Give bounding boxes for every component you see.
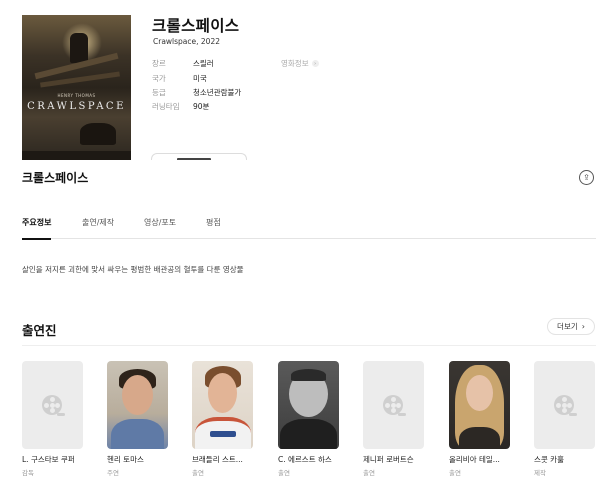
info-label: 국가 — [152, 74, 166, 83]
cast-name: 헨리 토마스 — [107, 455, 144, 464]
cast-name: 제니퍼 로버트슨 — [363, 455, 414, 464]
cast-card[interactable]: 올리비아 테일... 출연 — [449, 361, 510, 477]
synopsis: 살인을 저지른 괴한에 맞서 싸우는 평범한 배관공의 혈투를 다룬 영상물 — [22, 265, 244, 274]
chevron-right-icon: › — [581, 322, 585, 331]
divider — [22, 345, 596, 346]
cast-card[interactable]: 헨리 토마스 주연 — [107, 361, 168, 477]
cast-card[interactable]: L. 구스타보 쿠퍼 감독 — [22, 361, 83, 477]
poster-figure — [70, 33, 88, 63]
cast-more-label: 더보기 — [557, 322, 578, 331]
cast-name: 스콧 카훌 — [534, 455, 564, 464]
cast-role: 출연 — [192, 469, 204, 477]
cast-photo-placeholder — [22, 361, 83, 449]
cast-card[interactable]: 스콧 카훌 제작 — [534, 361, 595, 477]
tab-video-photo[interactable]: 영상/포토 — [144, 217, 176, 238]
share-icon: ⇪ — [583, 173, 590, 182]
info-row-country: 국가 미국 — [152, 73, 207, 85]
info-value: 청소년관람불가 — [193, 88, 242, 97]
cast-photo — [278, 361, 339, 449]
info-row-runtime: 러닝타임 90분 — [152, 101, 209, 113]
movie-title: 크롤스페이스 — [152, 17, 240, 35]
cast-role: 감독 — [22, 469, 34, 477]
movie-poster[interactable]: HENRY THOMAS CRAWLSPACE — [22, 15, 131, 161]
cast-photo-placeholder — [363, 361, 424, 449]
cast-card[interactable]: 제니퍼 로버트슨 출연 — [363, 361, 424, 477]
cast-name: 올리비아 테일... — [449, 455, 500, 464]
cast-role: 출연 — [449, 469, 461, 477]
poster-actor-text: HENRY THOMAS — [57, 93, 96, 98]
tab-main-info[interactable]: 주요정보 — [22, 217, 52, 240]
cast-card[interactable]: C. 에르스트 하스 출연 — [278, 361, 339, 477]
info-row-rating: 등급 청소년관람불가 — [152, 87, 241, 99]
cast-name: 브래들리 스트... — [192, 455, 243, 464]
poster-figure — [80, 123, 116, 145]
info-value: 미국 — [193, 74, 207, 83]
cast-card[interactable]: 브래들리 스트... 출연 — [192, 361, 253, 477]
chevron-right-icon: › — [311, 60, 319, 67]
cast-name: C. 에르스트 하스 — [278, 455, 332, 464]
movie-info-link[interactable]: 영화정보 › — [281, 58, 319, 69]
cast-photo — [192, 361, 253, 449]
cast-more-button[interactable]: 더보기 › — [547, 318, 595, 335]
movie-original-title-year: Crawlspace, 2022 — [153, 37, 220, 46]
section-title: 크롤스페이스 — [22, 171, 89, 185]
cast-heading: 출연진 — [22, 323, 57, 338]
film-reel-icon — [554, 395, 577, 416]
cast-photo-placeholder — [534, 361, 595, 449]
info-label: 러닝타임 — [152, 102, 180, 111]
info-row-genre: 장르 스릴러 — [152, 58, 214, 70]
cast-photo — [449, 361, 510, 449]
cast-role: 주연 — [107, 469, 119, 477]
info-label: 장르 — [152, 59, 166, 68]
tab-cast-crew[interactable]: 출연/제작 — [82, 217, 114, 238]
film-reel-icon — [42, 395, 65, 416]
share-button[interactable]: ⇪ — [579, 170, 594, 185]
info-label: 등급 — [152, 88, 166, 97]
film-reel-icon — [383, 395, 406, 416]
movie-info-link-label: 영화정보 — [281, 59, 309, 68]
tab-rating[interactable]: 평점 — [206, 217, 221, 238]
cast-role: 출연 — [363, 469, 375, 477]
cast-role: 제작 — [534, 469, 546, 477]
cast-photo — [107, 361, 168, 449]
cast-name: L. 구스타보 쿠퍼 — [22, 455, 75, 464]
poster-title-text: CRAWLSPACE — [27, 101, 126, 112]
info-value: 스릴러 — [193, 59, 214, 68]
info-value: 90분 — [193, 102, 210, 111]
cast-role: 출연 — [278, 469, 290, 477]
tab-bar: 주요정보 출연/제작 영상/포토 평점 — [22, 210, 596, 240]
